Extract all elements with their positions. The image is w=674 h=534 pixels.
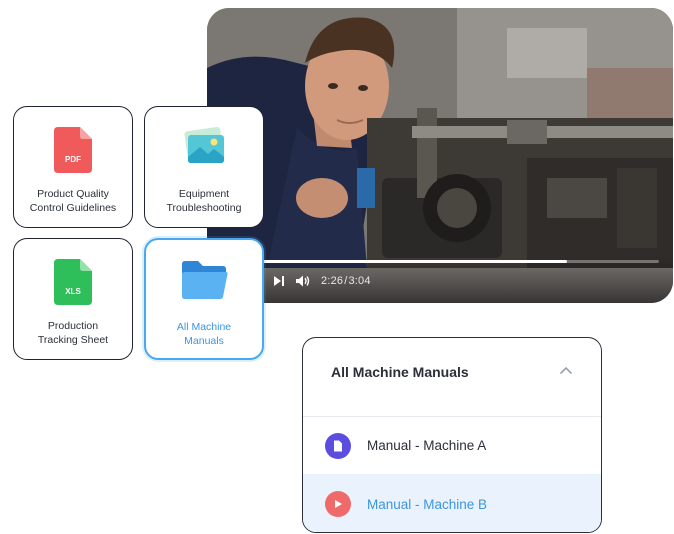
list-item-manual-a[interactable]: Manual - Machine A <box>303 417 601 474</box>
card-label-line-2: Control Guidelines <box>29 202 117 214</box>
dropdown-header[interactable]: All Machine Manuals <box>303 338 601 417</box>
file-card-production-tracking[interactable]: XLS Production Tracking Sheet <box>13 238 133 360</box>
xls-badge-text: XLS <box>65 287 81 296</box>
video-controls-bar: 2:26/3:04 <box>207 257 673 303</box>
chevron-up-icon[interactable] <box>559 366 573 376</box>
item-icon-circle <box>325 491 351 517</box>
video-progress-fill <box>221 260 568 263</box>
document-icon <box>334 440 342 451</box>
image-file-icon <box>184 127 224 163</box>
skip-next-icon[interactable] <box>273 275 285 287</box>
card-label-line-2: Tracking Sheet <box>37 334 109 346</box>
list-item-label: Manual - Machine A <box>367 438 487 453</box>
duration: 3:04 <box>348 275 371 287</box>
card-label-line-1: Equipment <box>178 188 230 200</box>
video-time-display: 2:26/3:04 <box>321 275 371 287</box>
video-player[interactable]: 2:26/3:04 <box>207 8 673 303</box>
pdf-file-icon: PDF <box>54 127 92 173</box>
dropdown-title: All Machine Manuals <box>331 364 469 380</box>
card-label-line-1: Product Quality <box>37 188 109 200</box>
file-card-product-quality[interactable]: PDF Product Quality Control Guidelines <box>13 106 133 228</box>
volume-icon[interactable] <box>295 274 311 288</box>
folder-card-all-machine-manuals[interactable]: All Machine Manuals <box>144 238 264 360</box>
file-card-equipment-troubleshooting[interactable]: Equipment Troubleshooting <box>144 106 264 228</box>
list-item-label: Manual - Machine B <box>367 496 488 512</box>
xls-file-icon: XLS <box>54 259 92 305</box>
card-label: All Machine Manuals <box>152 320 256 348</box>
current-time: 2:26 <box>321 275 344 287</box>
card-label-line-1: Production <box>47 320 99 332</box>
manuals-dropdown-panel: All Machine Manuals Manual - Machine A M… <box>302 337 602 533</box>
play-icon <box>335 500 342 508</box>
card-label-line-2: Manuals <box>184 335 224 347</box>
item-icon-circle <box>325 432 351 459</box>
card-label: Product Quality Control Guidelines <box>20 187 126 215</box>
video-progress-bar[interactable] <box>221 260 659 263</box>
card-label: Production Tracking Sheet <box>20 319 126 347</box>
card-label: Equipment Troubleshooting <box>151 187 257 215</box>
folder-icon <box>182 261 228 299</box>
card-label-line-1: All Machine <box>176 321 232 333</box>
time-separator: / <box>344 275 348 287</box>
card-label-line-2: Troubleshooting <box>166 202 242 214</box>
list-item-manual-b[interactable]: Manual - Machine B <box>303 474 601 532</box>
pdf-badge-text: PDF <box>65 155 81 164</box>
